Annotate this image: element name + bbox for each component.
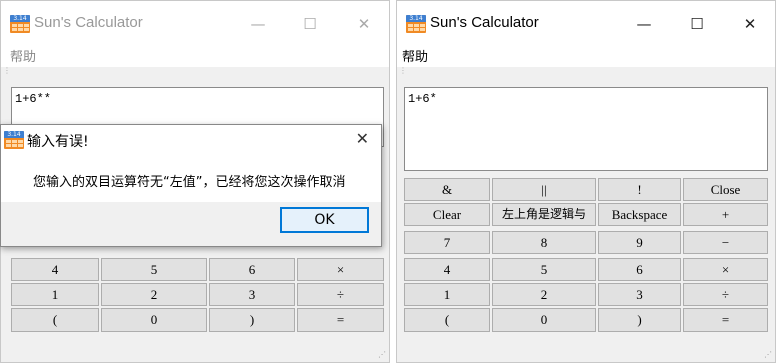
- maximize-button[interactable]: ☐: [682, 11, 712, 37]
- digit-9-button[interactable]: 9: [598, 231, 681, 254]
- dialog-app-icon: 3.14: [4, 131, 24, 149]
- open-paren-button[interactable]: (: [404, 308, 490, 332]
- digit-2-button[interactable]: 2: [101, 283, 207, 306]
- backspace-button[interactable]: Backspace: [598, 203, 681, 226]
- minus-button[interactable]: −: [683, 231, 768, 254]
- close-paren-button[interactable]: ): [598, 308, 681, 332]
- digit-0-button[interactable]: 0: [492, 308, 596, 332]
- dialog-title: 输入有误!: [27, 134, 89, 150]
- close-button[interactable]: ✕: [349, 11, 379, 37]
- divide-button[interactable]: ÷: [683, 283, 768, 306]
- digit-6-button[interactable]: 6: [598, 258, 681, 281]
- resize-grip-icon[interactable]: ⋰: [378, 351, 386, 359]
- title-bar: 3.14 Sun's Calculator — ☐ ✕: [397, 1, 775, 45]
- divide-button[interactable]: ÷: [297, 283, 384, 306]
- toolbar-grip-icon: ⋮: [399, 66, 407, 75]
- digit-5-button[interactable]: 5: [492, 258, 596, 281]
- resize-grip-icon[interactable]: ⋰: [764, 351, 772, 359]
- dialog-close-button[interactable]: ✕: [356, 129, 369, 148]
- logical-or-button[interactable]: ||: [492, 178, 596, 201]
- title-bar: 3.14 Sun's Calculator — ☐ ✕: [1, 1, 389, 45]
- menu-bar: 帮助: [1, 45, 389, 67]
- digit-3-button[interactable]: 3: [209, 283, 295, 306]
- digit-1-button[interactable]: 1: [404, 283, 490, 306]
- open-paren-button[interactable]: (: [11, 308, 99, 332]
- digit-4-button[interactable]: 4: [404, 258, 490, 281]
- multiply-button[interactable]: ×: [297, 258, 384, 281]
- window-title: Sun's Calculator: [34, 14, 143, 31]
- digit-5-button[interactable]: 5: [101, 258, 207, 281]
- equals-button[interactable]: =: [683, 308, 768, 332]
- plus-button[interactable]: +: [683, 203, 768, 226]
- digit-4-button[interactable]: 4: [11, 258, 99, 281]
- minimize-button[interactable]: —: [243, 11, 273, 37]
- menu-item-help[interactable]: 帮助: [10, 46, 36, 65]
- logical-not-button[interactable]: !: [598, 178, 681, 201]
- calculator-window-right: 3.14 Sun's Calculator — ☐ ✕ 帮助 ⋮ 1+6* & …: [396, 0, 776, 363]
- digit-2-button[interactable]: 2: [492, 283, 596, 306]
- digit-0-button[interactable]: 0: [101, 308, 207, 332]
- equals-button[interactable]: =: [297, 308, 384, 332]
- calculator-app-icon: 3.14: [10, 15, 30, 33]
- digit-8-button[interactable]: 8: [492, 231, 596, 254]
- digit-6-button[interactable]: 6: [209, 258, 295, 281]
- menu-item-help[interactable]: 帮助: [402, 46, 428, 65]
- menu-bar: 帮助: [397, 45, 775, 67]
- digit-1-button[interactable]: 1: [11, 283, 99, 306]
- logical-and-button[interactable]: &: [404, 178, 490, 201]
- window-title: Sun's Calculator: [430, 14, 539, 31]
- calculator-app-icon: 3.14: [406, 15, 426, 33]
- dialog-message: 您输入的双目运算符无“左值”，已经将您这次操作取消: [33, 175, 346, 190]
- ok-button[interactable]: OK: [280, 207, 369, 233]
- digit-3-button[interactable]: 3: [598, 283, 681, 306]
- clear-button[interactable]: Clear: [404, 203, 490, 226]
- maximize-button[interactable]: ☐: [295, 11, 325, 37]
- multiply-button[interactable]: ×: [683, 258, 768, 281]
- logic-and-hint-button[interactable]: 左上角是逻辑与: [492, 203, 596, 226]
- toolbar-grip-icon: ⋮: [3, 66, 11, 75]
- close-paren-button[interactable]: ): [209, 308, 295, 332]
- expression-display[interactable]: 1+6*: [404, 87, 768, 171]
- minimize-button[interactable]: —: [629, 11, 659, 37]
- close-app-button[interactable]: Close: [683, 178, 768, 201]
- digit-7-button[interactable]: 7: [404, 231, 490, 254]
- close-button[interactable]: ✕: [735, 11, 765, 37]
